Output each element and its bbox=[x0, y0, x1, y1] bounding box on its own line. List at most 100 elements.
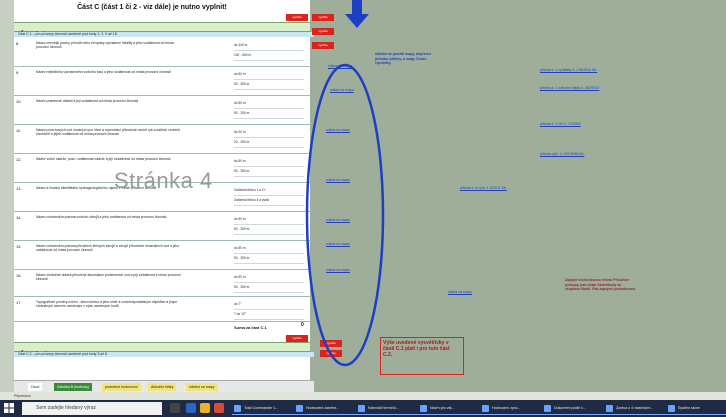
table-row[interactable]: 17. Topografické poměry území - sklon te… bbox=[14, 297, 310, 322]
legal-link-c[interactable]: příloha č. 1 NV č. 71/2003 bbox=[540, 122, 600, 127]
row-cells: Zařízená třídou 1 a 2 t Zařízená třídou … bbox=[234, 186, 304, 206]
row-number: 14. bbox=[16, 215, 22, 220]
row-number: 13. bbox=[16, 186, 22, 191]
row-text: Název vodní nádrže, pozn. vzdálenost nád… bbox=[36, 157, 171, 161]
row-cells: do 100 m 100 - 500 m bbox=[234, 41, 304, 61]
row-text: Název ochranného pásma vodních zdrojů a … bbox=[36, 215, 167, 219]
sheet-title: Část C (část 1 či 2 - viz dále) je nutno… bbox=[77, 4, 227, 11]
cell[interactable]: do 50 m bbox=[234, 273, 304, 283]
cell[interactable]: 50 - 250 m bbox=[234, 283, 304, 293]
taskbar-app-item[interactable]: Dokument podle č... bbox=[542, 403, 612, 415]
row-number: 11. bbox=[16, 128, 22, 133]
row-text: Název pramenné oblasti a její vzdálenost… bbox=[36, 99, 139, 103]
legal-link-d[interactable]: příloha č. 6 vyhl. č. 5/2011 Sb. bbox=[460, 186, 530, 191]
row-text: Název ochranného pásma přírodních léčivý… bbox=[36, 244, 180, 253]
cell[interactable]: do 50 m bbox=[234, 70, 304, 80]
cell[interactable]: 50 - 250 m bbox=[234, 109, 304, 119]
cell[interactable]: do 50 m bbox=[234, 215, 304, 225]
row-text: Název cennější plochy přírodě nebo evrop… bbox=[36, 41, 174, 50]
row-cells: do 50 m 50 - 250 m bbox=[234, 273, 304, 293]
section-subtitle-c1: Část C.1 – pro provozy činnosti uvedené … bbox=[14, 32, 314, 37]
tab-aktualni-stitky[interactable]: Aktuální štítky bbox=[148, 383, 177, 391]
legal-link-e[interactable]: příloha vyhl. č. 137/1998 Sb. bbox=[540, 152, 600, 157]
right-explanation: Zapojte vícekrokovou řešení Příslušné po… bbox=[565, 278, 636, 291]
row-cells: do 50 m 50 - 250 m bbox=[234, 70, 304, 90]
row-cells: do 50 m 50 - 250 m bbox=[234, 157, 304, 177]
row-cells: do 50 m 50 - 250 m bbox=[234, 244, 304, 264]
taskbar-app-item[interactable]: Total Commander 1... bbox=[232, 403, 302, 415]
table-row[interactable]: 10. Název pramenné oblasti a její vzdále… bbox=[14, 96, 310, 125]
table-row[interactable]: 15. Název ochranného pásma přírodních lé… bbox=[14, 241, 310, 270]
row-number: 8. bbox=[16, 41, 20, 46]
taskbar-search-input[interactable]: Sem zadejte hledaný výraz bbox=[22, 402, 162, 415]
cell[interactable]: do 100 m bbox=[234, 41, 304, 51]
tab-zalozka-b[interactable]: Záložka B (hodnoty) bbox=[54, 383, 93, 391]
taskbar-app-item[interactable]: Kalendář termínů... bbox=[356, 403, 426, 415]
tab-nahled-mapy[interactable]: náhled na mapy bbox=[186, 383, 218, 391]
taskbar-app-item[interactable]: Systém skóre bbox=[666, 403, 726, 415]
table-row[interactable]: 14. Název ochranného pásma vodních zdroj… bbox=[14, 212, 310, 241]
map-link[interactable]: odkaz na mapu bbox=[448, 290, 472, 295]
row-number: 9. bbox=[16, 70, 20, 75]
page-watermark: Stránka 4 bbox=[114, 168, 213, 193]
table-row[interactable]: 11. Název povrchových vod vhodných pro ž… bbox=[14, 125, 310, 154]
row-text: Název nejbližšího významného vodního tok… bbox=[36, 70, 171, 74]
edge-icon[interactable] bbox=[186, 403, 196, 413]
row-number: 17. bbox=[16, 300, 22, 305]
red-tag: vyplňte bbox=[286, 14, 308, 21]
folder-icon[interactable] bbox=[200, 403, 210, 413]
cell[interactable]: 50 - 250 m bbox=[234, 80, 304, 90]
taskbar-app-item[interactable]: Zpráva o 4 vlastnícím... bbox=[604, 403, 674, 415]
taskbar-app-item[interactable]: Hodnocení zpra... bbox=[480, 403, 550, 415]
taskbar-app-item[interactable]: Návrh pro vlá... bbox=[418, 403, 488, 415]
tab-podrobne[interactable]: podrobné hodnocení bbox=[102, 383, 141, 391]
cell[interactable]: 50 - 250 m bbox=[234, 225, 304, 235]
task-view-icon[interactable] bbox=[170, 403, 180, 413]
cell[interactable]: 20 - 250 m bbox=[234, 138, 304, 148]
cell[interactable]: do 20 m bbox=[234, 128, 304, 138]
row-number: 15. bbox=[16, 244, 22, 249]
row-text: Topografické poměry území - sklon terénu… bbox=[36, 300, 178, 309]
cell[interactable]: do 50 m bbox=[234, 244, 304, 254]
cell[interactable]: do 50 m bbox=[234, 99, 304, 109]
red-tag: vyplňte bbox=[312, 28, 334, 35]
windows-start-icon[interactable] bbox=[4, 403, 14, 413]
red-tag: vyplňte bbox=[312, 14, 334, 21]
chrome-icon[interactable] bbox=[214, 403, 224, 413]
section-header-c2: Část C - 2 bbox=[14, 342, 310, 358]
table-row[interactable]: 9. Název nejbližšího významného vodního … bbox=[14, 67, 310, 96]
spreadsheet-area[interactable]: Část C (část 1 či 2 - viz dále) je nutno… bbox=[14, 0, 314, 380]
legal-link-b[interactable]: příloha č. 1 nařízení vlády č. 262/2012 bbox=[540, 86, 600, 91]
row-number: 10. bbox=[16, 99, 22, 104]
table-row[interactable]: 16. Název chráněné oblasti přirozené aku… bbox=[14, 270, 310, 297]
sum-label: Suma za část C.1 bbox=[234, 325, 267, 330]
cell[interactable]: do 7° bbox=[234, 300, 304, 310]
cell[interactable]: 50 - 250 m bbox=[234, 254, 304, 264]
row-cells: do 50 m 50 - 250 m bbox=[234, 99, 304, 119]
highlight-oval bbox=[305, 63, 385, 367]
row-number: 12. bbox=[16, 157, 22, 162]
status-bar: Připraveno bbox=[0, 392, 726, 400]
row-number: 16. bbox=[16, 273, 22, 278]
cell[interactable]: Zařízená třídou 4 a vyšší bbox=[234, 196, 304, 206]
row-cells: do 20 m 20 - 250 m bbox=[234, 128, 304, 148]
cell[interactable]: do 50 m bbox=[234, 157, 304, 167]
window-frame: Část C (část 1 či 2 - viz dále) je nutno… bbox=[0, 0, 726, 417]
bottom-note: Výše uvedené vysvětlivky v části C.1 pla… bbox=[383, 340, 450, 358]
red-tag: vyplňte bbox=[312, 42, 334, 49]
taskbar-app-item[interactable]: Hodnocení zaměst... bbox=[294, 403, 364, 415]
tab-uvod[interactable]: Úvod bbox=[28, 383, 43, 391]
cell[interactable]: Zařízená třídou 1 a 2 t bbox=[234, 186, 304, 196]
row-cells: do 7° 7 do 12° bbox=[234, 300, 304, 320]
legal-link-a[interactable]: příloha č. 1 vyhlášky č. 178/2012 Sb. bbox=[540, 68, 600, 73]
table-row[interactable]: 8. Název cennější plochy přírodě nebo ev… bbox=[14, 38, 310, 67]
arrow-down-icon bbox=[345, 0, 369, 28]
cell[interactable]: 100 - 500 m bbox=[234, 51, 304, 61]
cell[interactable]: 7 do 12° bbox=[234, 310, 304, 320]
row-headers bbox=[0, 0, 15, 392]
taskbar: Sem zadejte hledaný výraz Total Commande… bbox=[0, 400, 726, 417]
cell[interactable]: 50 - 250 m bbox=[234, 167, 304, 177]
row-text: Název povrchových vod vhodných pro život… bbox=[36, 128, 180, 137]
row-text: Název chráněné oblasti přirozené akumula… bbox=[36, 273, 181, 282]
row-cells: do 50 m 50 - 250 m bbox=[234, 215, 304, 235]
